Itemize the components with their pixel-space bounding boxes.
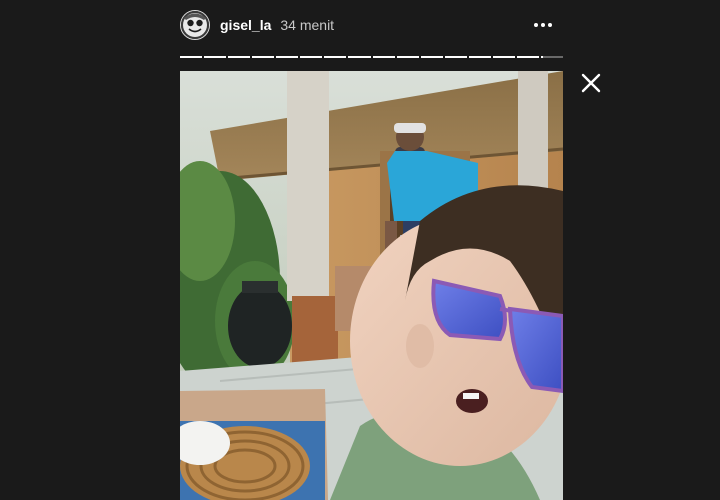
progress-segment-fill: [300, 56, 323, 58]
progress-segment: [540, 56, 563, 58]
progress-segment-fill: [324, 56, 347, 58]
progress-segment: [180, 56, 203, 58]
story-photo: [180, 71, 563, 500]
story-progress-bar: [180, 56, 563, 58]
progress-segment-fill: [516, 56, 539, 58]
story-timestamp: 34 menit: [280, 17, 335, 33]
story-media[interactable]: [180, 71, 563, 500]
more-options-icon: [534, 23, 538, 27]
more-options-icon: [548, 23, 552, 27]
progress-segment-fill: [468, 56, 491, 58]
progress-segment: [444, 56, 467, 58]
more-options-icon: [541, 23, 545, 27]
progress-segment: [300, 56, 323, 58]
story-header: gisel_la 34 menit: [180, 8, 563, 42]
progress-segment-fill: [444, 56, 467, 58]
progress-segment-fill: [252, 56, 275, 58]
progress-segment: [348, 56, 371, 58]
close-button[interactable]: [580, 72, 602, 94]
progress-segment-fill: [180, 56, 203, 58]
progress-segment: [468, 56, 491, 58]
progress-segment-fill: [204, 56, 227, 58]
progress-segment: [204, 56, 227, 58]
progress-segment: [372, 56, 395, 58]
username-link[interactable]: gisel_la: [220, 17, 271, 33]
story-viewer: gisel_la 34 menit: [0, 0, 720, 500]
profile-avatar-icon: [181, 11, 209, 39]
progress-segment: [420, 56, 443, 58]
close-icon: [581, 73, 601, 93]
progress-segment: [228, 56, 251, 58]
progress-segment-fill: [348, 56, 371, 58]
progress-segment: [252, 56, 275, 58]
progress-segment-fill: [276, 56, 299, 58]
progress-segment: [396, 56, 419, 58]
progress-segment-fill: [492, 56, 515, 58]
more-options-button[interactable]: [531, 15, 555, 35]
progress-segment: [492, 56, 515, 58]
progress-segment-fill: [228, 56, 251, 58]
progress-segment-fill: [540, 56, 544, 58]
progress-segment: [516, 56, 539, 58]
progress-segment: [324, 56, 347, 58]
progress-segment-fill: [372, 56, 395, 58]
progress-segment: [276, 56, 299, 58]
progress-segment-fill: [396, 56, 419, 58]
avatar[interactable]: [180, 10, 210, 40]
progress-segment-fill: [420, 56, 443, 58]
